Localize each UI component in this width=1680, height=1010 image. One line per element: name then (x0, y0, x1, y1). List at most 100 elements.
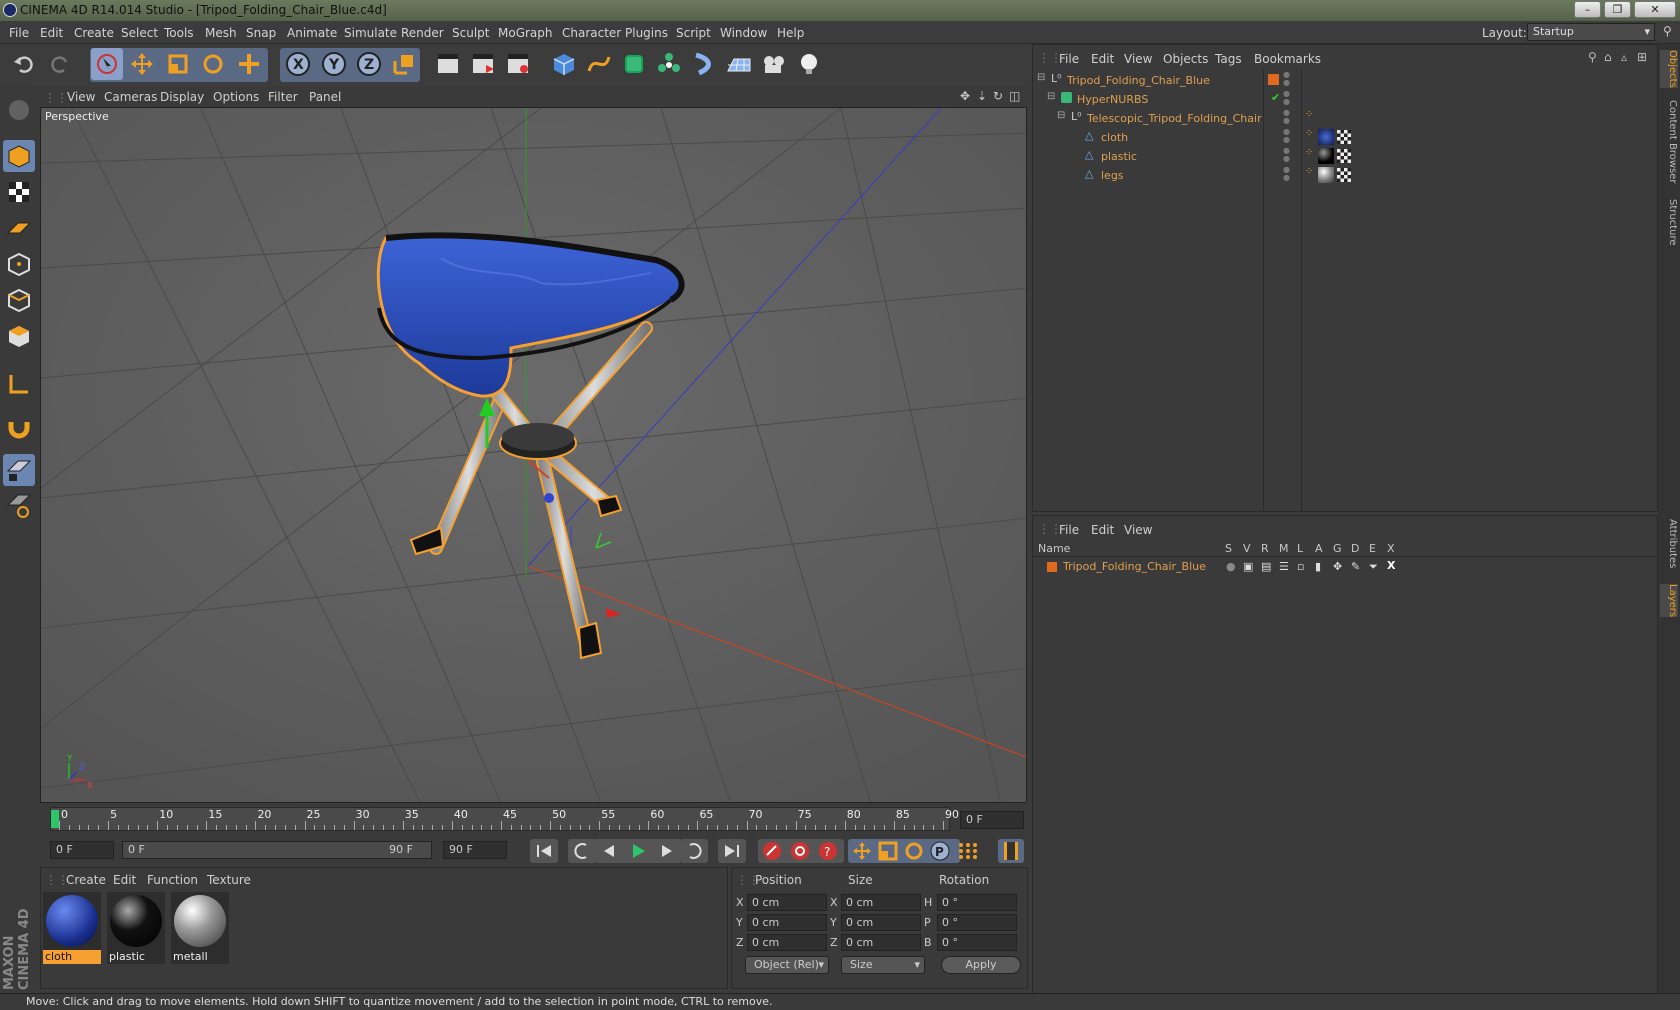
autokeying-icon[interactable] (788, 840, 812, 865)
om-menu-view[interactable]: View (1124, 52, 1152, 66)
perspective-viewport[interactable]: Y X Z Perspective (40, 107, 1027, 803)
menu-mograph[interactable]: MoGraph (498, 26, 553, 40)
apply-button[interactable]: Apply (941, 956, 1021, 974)
object-row[interactable]: △ plastic ● ● ⁘ (1033, 147, 1657, 166)
rotation-h-field[interactable]: 0 ° (937, 894, 1017, 911)
size-x-field[interactable]: 0 cm (841, 894, 921, 911)
object-row[interactable]: ⊟ HyperNURBS ● ● ✔ (1033, 90, 1657, 109)
rotation-b-field[interactable]: 0 ° (937, 934, 1017, 951)
move-icon[interactable] (126, 48, 158, 80)
menu-file[interactable]: File (9, 26, 29, 40)
start-frame-field[interactable]: 0 F (50, 841, 114, 859)
manager-toggle-icon[interactable]: ☰ (1279, 560, 1289, 573)
visibility-dots[interactable]: ● ● (1283, 147, 1290, 163)
material-metall[interactable]: metall (171, 892, 229, 964)
playhead[interactable] (51, 810, 59, 828)
x-axis-lock-icon[interactable]: X (282, 48, 314, 80)
col-xref[interactable]: X (1387, 542, 1395, 555)
go-to-end-icon[interactable] (718, 839, 746, 863)
visibility-dots[interactable]: ● ● (1283, 166, 1290, 182)
search-icon[interactable]: ⚲ (1588, 50, 1597, 64)
viewport-layout-icon[interactable]: ◫ (1009, 89, 1020, 103)
material-tag-cloth[interactable] (1318, 129, 1334, 145)
menu-sculpt[interactable]: Sculpt (452, 26, 489, 40)
minimize-button[interactable]: – (1574, 1, 1601, 18)
lm-menu-file[interactable]: File (1059, 523, 1079, 537)
menu-mesh[interactable]: Mesh (205, 26, 237, 40)
menu-window[interactable]: Window (720, 26, 767, 40)
camera-icon[interactable] (758, 48, 790, 80)
world-coordinates-icon[interactable] (388, 48, 420, 80)
menu-plugins[interactable]: Plugins (625, 26, 668, 40)
search-icon[interactable]: ⚲ (1663, 24, 1672, 38)
lock-toggle-icon[interactable]: ▫ (1297, 560, 1304, 573)
undo-icon[interactable] (8, 48, 40, 80)
material-menu-create[interactable]: Create (66, 873, 106, 887)
col-locked[interactable]: L (1297, 542, 1303, 555)
floor-icon[interactable] (723, 48, 755, 80)
home-icon[interactable]: ⌂ (1604, 50, 1612, 64)
uvw-tag-icon[interactable] (1337, 130, 1351, 144)
menu-script[interactable]: Script (676, 26, 711, 40)
menu-tools[interactable]: Tools (164, 26, 194, 40)
viewport-menu-filter[interactable]: Filter (268, 90, 298, 104)
size-mode-dropdown[interactable]: Size ▾ (841, 956, 925, 974)
uvw-tag-icon[interactable] (1337, 149, 1351, 163)
close-button[interactable]: ✕ (1634, 1, 1676, 18)
viewport-menu-panel[interactable]: Panel (309, 90, 341, 104)
scale-icon[interactable] (162, 48, 194, 80)
size-z-field[interactable]: 0 cm (841, 934, 921, 951)
model-mode-icon[interactable] (3, 140, 35, 172)
points-mode-icon[interactable] (3, 248, 35, 280)
snap-magnet-icon[interactable] (3, 411, 35, 443)
light-icon[interactable] (793, 48, 825, 80)
col-animation[interactable]: A (1315, 542, 1323, 555)
render-toggle-icon[interactable]: ▤ (1261, 560, 1271, 573)
material-tag-metall[interactable] (1318, 167, 1334, 183)
xref-toggle-icon[interactable]: X (1387, 559, 1395, 572)
om-menu-tags[interactable]: Tags (1215, 52, 1242, 66)
point-level-animation-icon[interactable] (956, 840, 980, 865)
solo-toggle[interactable]: ● (1226, 560, 1236, 573)
live-select-icon[interactable] (91, 48, 123, 80)
menu-create[interactable]: Create (74, 26, 114, 40)
viewport-pan-icon[interactable]: ✥ (960, 89, 970, 103)
deformer-icon[interactable] (688, 48, 720, 80)
size-y-field[interactable]: 0 cm (841, 914, 921, 931)
viewport-zoom-icon[interactable]: ⇣ (977, 89, 987, 103)
up-arrow-icon[interactable]: ▵ (1621, 50, 1627, 64)
coordinate-mode-dropdown[interactable]: Object (Rel) ▾ (745, 956, 829, 974)
rotation-key-icon[interactable] (902, 840, 926, 865)
object-row[interactable]: ⊟ L⁰ Tripod_Folding_Chair_Blue ● ● (1033, 71, 1657, 90)
position-x-field[interactable]: 0 cm (747, 894, 827, 911)
phong-tag-icon[interactable]: ⁘ (1305, 166, 1313, 177)
layer-color-swatch[interactable] (1047, 562, 1057, 572)
collapse-icon[interactable]: ⊟ (1047, 91, 1055, 102)
expressions-toggle-icon[interactable]: ⏷ (1369, 560, 1378, 574)
cube-icon[interactable] (548, 48, 580, 80)
go-to-start-icon[interactable] (530, 839, 558, 863)
frame-range-slider[interactable]: 0 F 90 F (122, 841, 432, 859)
layout-dropdown[interactable]: Startup ▾ (1527, 23, 1655, 41)
array-icon[interactable] (653, 48, 685, 80)
col-render[interactable]: R (1261, 542, 1269, 555)
menu-render[interactable]: Render (401, 26, 444, 40)
object-row[interactable]: ⊟ L⁰ Telescopic_Tripod_Folding_Chair ● ● … (1033, 109, 1657, 128)
col-expressions[interactable]: E (1369, 542, 1376, 555)
rotation-p-field[interactable]: 0 ° (937, 914, 1017, 931)
tab-layers[interactable]: Layers (1660, 584, 1678, 618)
spline-icon[interactable] (583, 48, 615, 80)
maximize-button[interactable]: ❐ (1604, 1, 1631, 18)
collapse-icon[interactable]: ⊟ (1037, 72, 1045, 83)
phong-tag-icon[interactable]: ⁘ (1305, 147, 1313, 158)
next-frame-icon[interactable] (652, 839, 680, 863)
deformers-toggle-icon[interactable]: ✎ (1351, 560, 1360, 573)
material-tag-plastic[interactable] (1318, 148, 1334, 164)
object-row[interactable]: △ cloth ● ● ⁘ (1033, 128, 1657, 147)
workplane-mode-icon[interactable] (3, 212, 35, 244)
col-view[interactable]: V (1243, 542, 1251, 555)
z-axis-lock-icon[interactable]: Z (353, 48, 385, 80)
om-menu-file[interactable]: File (1059, 52, 1079, 66)
col-manager[interactable]: M (1279, 542, 1289, 555)
layer-color-swatch[interactable] (1268, 74, 1279, 85)
